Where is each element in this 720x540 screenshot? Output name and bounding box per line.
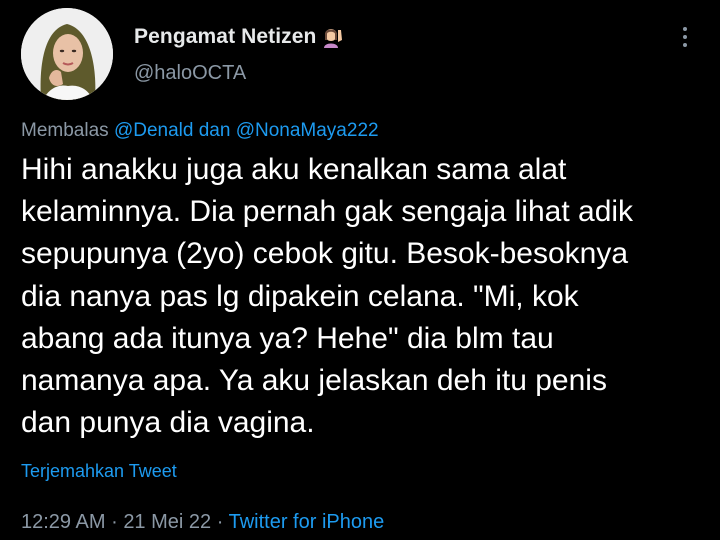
translate-tweet-link[interactable]: Terjemahkan Tweet <box>21 461 177 482</box>
avatar[interactable] <box>21 8 113 100</box>
author-handle[interactable]: @haloOCTA <box>134 62 246 85</box>
avatar-image <box>21 8 113 100</box>
tweet-text-line: dan punya dia vagina. <box>21 406 315 440</box>
tweet-text-line: abang ada itunya ya? Hehe" dia blm tau <box>21 321 554 355</box>
replying-to: Membalas @Denald dan @NonaMaya222 <box>21 120 379 142</box>
separator-dot: · <box>111 511 118 533</box>
tweet-text-line: sepupunya (2yo) cebok gitu. Besok-besokn… <box>21 237 629 271</box>
mention-link[interactable]: @NonaMaya222 <box>236 120 379 141</box>
reply-prefix: Membalas <box>21 120 109 141</box>
tweet-source-link[interactable]: Twitter for iPhone <box>229 511 385 533</box>
tweet-metadata: 12:29 AM · 21 Mei 22 · Twitter for iPhon… <box>21 511 384 534</box>
tweet-text: Hihi anakku juga aku kenalkan sama alat … <box>21 149 701 444</box>
tweet-text-line: dia nanya pas lg dipakein celana. "Mi, k… <box>21 279 579 313</box>
more-options-icon[interactable] <box>672 22 698 52</box>
separator-dot: · <box>216 511 224 533</box>
mention-link[interactable]: @Denald <box>114 120 194 141</box>
tweet-detail: Pengamat Netizen @haloOCTA Membalas @Den… <box>0 0 720 540</box>
tweet-text-line: namanya apa. Ya aku jelaskan deh itu pen… <box>21 364 607 398</box>
reply-conjunction[interactable]: dan <box>199 120 231 141</box>
woman-raising-hand-icon <box>324 29 343 48</box>
author-name-row[interactable]: Pengamat Netizen <box>134 25 344 49</box>
tweet-text-line: Hihi anakku juga aku kenalkan sama alat <box>21 153 567 186</box>
tweet-date[interactable]: 21 Mei 22 <box>123 511 211 533</box>
tweet-time[interactable]: 12:29 AM <box>21 511 106 533</box>
tweet-text-line: kelaminnya. Dia pernah gak sengaja lihat… <box>21 195 634 229</box>
display-name[interactable]: Pengamat Netizen <box>134 25 316 49</box>
